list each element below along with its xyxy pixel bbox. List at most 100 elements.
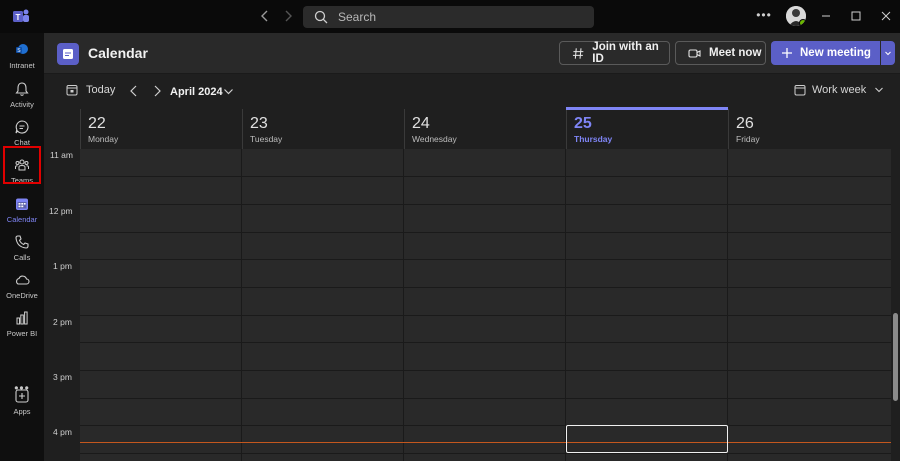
close-icon[interactable] bbox=[879, 9, 893, 23]
rail-label: Calls bbox=[13, 253, 31, 262]
teams-logo-icon[interactable]: T bbox=[12, 8, 30, 25]
cloud-icon bbox=[16, 275, 30, 285]
hour-line bbox=[80, 425, 891, 426]
calendar-view-icon bbox=[794, 85, 806, 96]
forward-arrow-icon[interactable] bbox=[280, 8, 296, 24]
presence-status-icon bbox=[799, 19, 806, 26]
half-hour-line bbox=[80, 287, 891, 288]
day-column-divider bbox=[565, 149, 566, 461]
day-name: Monday bbox=[88, 134, 119, 144]
hour-line bbox=[80, 259, 891, 260]
maximize-icon[interactable] bbox=[849, 9, 863, 23]
chevron-down-icon[interactable] bbox=[223, 86, 234, 97]
calendar-app-icon bbox=[57, 43, 79, 65]
minimize-icon[interactable] bbox=[819, 9, 833, 23]
bell-icon bbox=[15, 82, 29, 96]
day-name: Friday bbox=[736, 134, 760, 144]
hour-line bbox=[80, 204, 891, 205]
rail-item-calls[interactable]: Calls bbox=[0, 231, 44, 269]
hour-label: 12 pm bbox=[49, 206, 73, 216]
title-bar: T ••• bbox=[0, 0, 900, 33]
rail-item-onedrive[interactable]: OneDrive bbox=[0, 269, 44, 307]
half-hour-line bbox=[80, 342, 891, 343]
video-camera-icon bbox=[688, 48, 701, 58]
calendar-toolbar: Today April 2024 Work week bbox=[44, 74, 900, 109]
hour-line bbox=[80, 315, 891, 316]
rail-item-calendar[interactable]: Calendar bbox=[0, 193, 44, 231]
half-hour-line bbox=[80, 176, 891, 177]
day-header-monday[interactable]: 22 Monday bbox=[80, 109, 242, 149]
calendar-grid[interactable] bbox=[80, 149, 891, 461]
day-header-tuesday[interactable]: 23 Tuesday bbox=[242, 109, 404, 149]
rail-label: Calendar bbox=[6, 215, 38, 224]
day-header-friday[interactable]: 26 Friday bbox=[728, 109, 891, 149]
calendar-header: Calendar Join with an ID Meet now New me… bbox=[44, 33, 900, 74]
half-hour-line bbox=[80, 398, 891, 399]
phone-icon bbox=[15, 235, 29, 249]
day-column-divider bbox=[727, 149, 728, 461]
day-name: Thursday bbox=[574, 134, 613, 144]
scrollbar-track[interactable] bbox=[891, 149, 900, 461]
rail-item-power-bi[interactable]: Power BI bbox=[0, 307, 44, 345]
hour-label: 2 pm bbox=[53, 317, 72, 327]
day-number: 26 bbox=[736, 115, 754, 132]
next-week-icon[interactable] bbox=[151, 84, 163, 98]
intranet-icon: S bbox=[16, 44, 28, 54]
rail-item-activity[interactable]: Activity bbox=[0, 78, 44, 116]
more-options-icon[interactable]: ••• bbox=[756, 8, 772, 24]
svg-text:T: T bbox=[16, 13, 21, 22]
day-number: 23 bbox=[250, 115, 268, 132]
search-box[interactable] bbox=[303, 6, 594, 28]
avatar[interactable] bbox=[786, 6, 806, 26]
selected-time-slot[interactable] bbox=[566, 425, 728, 453]
day-header-thursday[interactable]: 25 Thursday bbox=[566, 109, 728, 149]
plus-icon bbox=[782, 48, 792, 58]
day-number: 22 bbox=[88, 115, 106, 132]
day-column-divider bbox=[241, 149, 242, 461]
rail-item-apps[interactable]: Apps bbox=[0, 385, 44, 423]
app-rail: S Intranet Activity Chat Teams Calendar … bbox=[0, 33, 44, 461]
back-arrow-icon[interactable] bbox=[257, 8, 273, 24]
rail-label: Intranet bbox=[9, 61, 35, 70]
day-name: Tuesday bbox=[250, 134, 283, 144]
chat-icon bbox=[15, 120, 29, 134]
hour-label: 11 am bbox=[50, 150, 73, 160]
view-selector[interactable]: Work week bbox=[794, 84, 884, 96]
rail-label: OneDrive bbox=[6, 291, 38, 300]
join-with-id-button[interactable]: Join with an ID bbox=[559, 41, 670, 65]
half-hour-line bbox=[80, 232, 891, 233]
chevron-down-icon bbox=[875, 87, 884, 93]
day-number: 25 bbox=[574, 115, 592, 132]
hour-label: 3 pm bbox=[53, 372, 72, 382]
today-indicator-bar bbox=[566, 107, 728, 110]
search-icon bbox=[314, 10, 328, 24]
day-column-divider bbox=[403, 149, 404, 461]
teams-highlight-box bbox=[3, 146, 41, 184]
calendar-icon bbox=[16, 198, 28, 210]
calendar-today-icon bbox=[66, 85, 78, 96]
scrollbar-thumb[interactable] bbox=[893, 313, 898, 401]
hour-label: 4 pm bbox=[53, 427, 72, 437]
hour-line bbox=[80, 370, 891, 371]
rail-label: Activity bbox=[10, 100, 34, 109]
day-number: 24 bbox=[412, 115, 430, 132]
page-title: Calendar bbox=[88, 45, 148, 61]
hour-label: 1 pm bbox=[53, 261, 72, 271]
rail-item-intranet[interactable]: S Intranet bbox=[0, 39, 44, 77]
meet-now-button[interactable]: Meet now bbox=[675, 41, 766, 65]
rail-label: Power BI bbox=[6, 329, 38, 338]
new-meeting-button[interactable]: New meeting bbox=[771, 41, 880, 65]
previous-week-icon[interactable] bbox=[128, 84, 140, 98]
day-header-wednesday[interactable]: 24 Wednesday bbox=[404, 109, 566, 149]
hashtag-icon bbox=[572, 47, 584, 59]
month-selector[interactable]: April 2024 bbox=[170, 86, 223, 98]
add-apps-icon bbox=[15, 389, 29, 403]
half-hour-line bbox=[80, 453, 891, 454]
power-bi-icon bbox=[16, 311, 28, 325]
new-meeting-dropdown[interactable] bbox=[881, 41, 895, 65]
chevron-down-icon bbox=[885, 51, 891, 56]
day-name: Wednesday bbox=[412, 134, 457, 144]
search-input[interactable] bbox=[338, 10, 568, 24]
today-button[interactable]: Today bbox=[66, 84, 115, 96]
current-time-line bbox=[80, 442, 891, 443]
